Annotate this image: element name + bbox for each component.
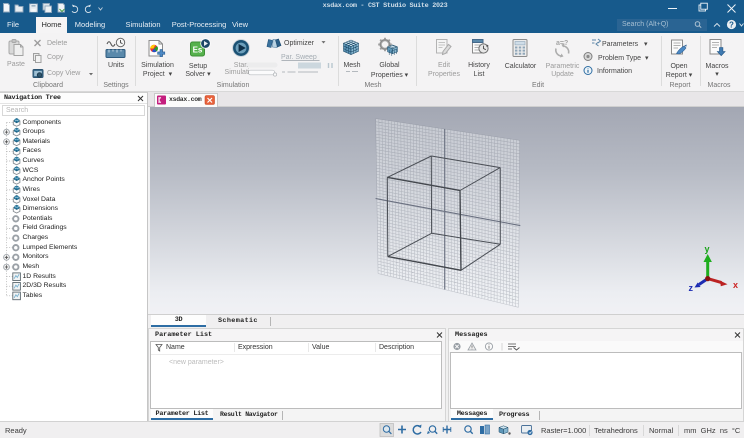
svg-text:?: ? xyxy=(729,20,734,29)
svg-text:y: y xyxy=(705,244,710,254)
svg-text:x: x xyxy=(733,280,738,290)
svg-text:a=?: a=? xyxy=(556,40,568,47)
svg-text:z: z xyxy=(689,283,694,293)
svg-text:Es: Es xyxy=(193,46,203,55)
